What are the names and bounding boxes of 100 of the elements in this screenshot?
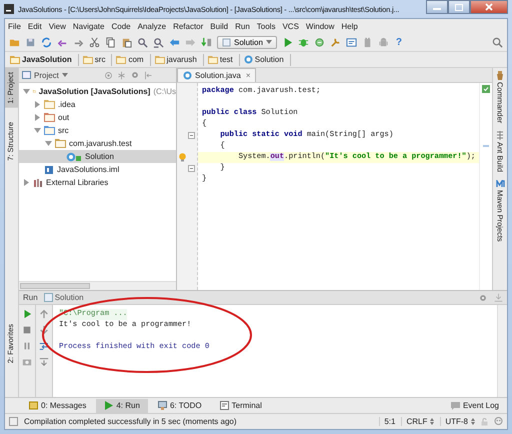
tool-window-tab[interactable]: 6: TODO: [150, 398, 210, 412]
tool-window-tab[interactable]: 0: Messages: [21, 398, 94, 412]
menu-item[interactable]: File: [8, 22, 21, 30]
build-icon[interactable]: [201, 36, 212, 48]
run-icon: [104, 401, 114, 410]
class-icon: [244, 55, 253, 64]
android-icon[interactable]: [378, 36, 389, 48]
minimize-button[interactable]: [426, 0, 448, 14]
target-icon[interactable]: [104, 70, 113, 80]
breadcrumb[interactable]: JavaSolution: [8, 54, 79, 66]
maven-icon: [496, 180, 504, 188]
tree-item[interactable]: out: [19, 111, 176, 124]
monitor-icon: [158, 401, 167, 410]
tree-item[interactable]: .idea: [19, 98, 176, 111]
tree-item[interactable]: JavaSolution [JavaSolutions] (C:\Us: [19, 85, 176, 98]
hide-icon[interactable]: [144, 70, 153, 80]
search-icon[interactable]: [492, 36, 503, 48]
camera-icon[interactable]: [22, 357, 32, 367]
module-file-icon: [44, 164, 54, 174]
menu-item[interactable]: View: [48, 22, 66, 30]
messages-icon: [29, 401, 38, 410]
folder-icon: [44, 126, 55, 135]
stop-icon[interactable]: [22, 325, 32, 335]
wrench-icon[interactable]: [330, 36, 341, 48]
run-tab[interactable]: Solution: [44, 293, 84, 302]
menu-item[interactable]: Run: [235, 22, 250, 30]
search-icon[interactable]: [137, 36, 148, 48]
close-icon: [485, 3, 493, 11]
tree-item[interactable]: src: [19, 124, 176, 137]
copy-icon[interactable]: [105, 36, 116, 48]
tree-item[interactable]: com.javarush.test: [19, 137, 176, 150]
folder-icon: [208, 56, 218, 64]
scrollbar-thumb[interactable]: [20, 283, 90, 289]
menu-item[interactable]: Help: [341, 22, 358, 30]
breadcrumb[interactable]: src: [80, 54, 112, 66]
up-arrow-icon[interactable]: [39, 309, 49, 319]
breadcrumb[interactable]: com: [114, 54, 151, 66]
editor-tab[interactable]: Solution.java ×: [177, 68, 256, 82]
ant-icon: [496, 131, 504, 140]
breadcrumb[interactable]: Solution: [242, 54, 291, 66]
gear-icon[interactable]: [478, 292, 488, 302]
gear-icon[interactable]: [130, 70, 140, 80]
structure-icon[interactable]: [346, 36, 357, 48]
scrollbar[interactable]: [497, 305, 507, 397]
commander-icon: [496, 71, 504, 80]
soft-wrap-icon[interactable]: [39, 341, 49, 351]
tool-window-tab[interactable]: 4: Run: [96, 398, 148, 412]
menu-item[interactable]: Build: [210, 22, 228, 30]
tree-item[interactable]: JavaSolutions.iml: [19, 163, 176, 176]
panel-title: Run: [23, 293, 38, 302]
menu-item[interactable]: Refactor: [173, 22, 204, 30]
library-icon: [33, 178, 43, 188]
save-icon[interactable]: [25, 36, 36, 48]
menu-item[interactable]: Code: [111, 22, 131, 30]
tree-item[interactable]: External Libraries: [19, 176, 176, 189]
hide-panel-icon[interactable]: [494, 293, 503, 302]
down-arrow-icon[interactable]: [39, 325, 49, 335]
fold-marker-icon[interactable]: [188, 132, 195, 139]
run-configuration-dropdown[interactable]: Solution: [217, 36, 277, 48]
lightbulb-icon[interactable]: [179, 153, 186, 162]
tool-window-tab[interactable]: Terminal: [212, 398, 270, 412]
event-log-tab[interactable]: Event Log: [442, 398, 507, 412]
close-tab-button[interactable]: ×: [244, 71, 250, 80]
fold-marker-icon[interactable]: [188, 165, 195, 172]
menu-item[interactable]: Tools: [256, 22, 276, 30]
menu-item[interactable]: Navigate: [72, 22, 104, 30]
expand-arrow-icon[interactable]: [23, 179, 30, 186]
application-icon: [222, 38, 231, 46]
forward-icon[interactable]: [185, 36, 196, 48]
menu-item[interactable]: Window: [306, 22, 334, 30]
back-icon[interactable]: [169, 36, 180, 48]
class-icon: [183, 71, 192, 80]
pause-icon[interactable]: [22, 341, 32, 351]
tree-item[interactable]: Solution: [19, 150, 176, 163]
lock-icon[interactable]: [481, 418, 488, 426]
scroll-to-end-icon[interactable]: [39, 357, 49, 367]
up-down-icon: [471, 418, 475, 425]
paste-icon[interactable]: [121, 36, 132, 48]
caret-position[interactable]: 5:1: [379, 417, 396, 426]
line-separator-selector[interactable]: CRLF: [401, 417, 434, 426]
cut-icon[interactable]: [89, 36, 100, 48]
inspector-icon[interactable]: [494, 417, 503, 426]
folder-icon: [116, 56, 126, 64]
debug-icon[interactable]: [298, 36, 309, 48]
breadcrumb[interactable]: test: [206, 54, 240, 66]
coverage-icon[interactable]: [314, 36, 325, 48]
maximize-button[interactable]: [448, 0, 470, 14]
breadcrumb[interactable]: javarush: [152, 54, 204, 66]
encoding-selector[interactable]: UTF-8: [440, 417, 475, 426]
replace-icon[interactable]: [153, 36, 164, 48]
rerun-icon[interactable]: [22, 309, 32, 319]
error-stripe-mark: [483, 145, 489, 147]
terminal-icon: [220, 401, 229, 410]
menu-item[interactable]: VCS: [282, 22, 299, 30]
menu-item[interactable]: Edit: [28, 22, 42, 30]
menu-item[interactable]: Analyze: [138, 22, 166, 30]
collapse-icon[interactable]: [117, 70, 126, 80]
status-toggle-icon[interactable]: [9, 417, 18, 426]
sync-icon[interactable]: [41, 36, 52, 48]
close-button[interactable]: [470, 0, 508, 14]
